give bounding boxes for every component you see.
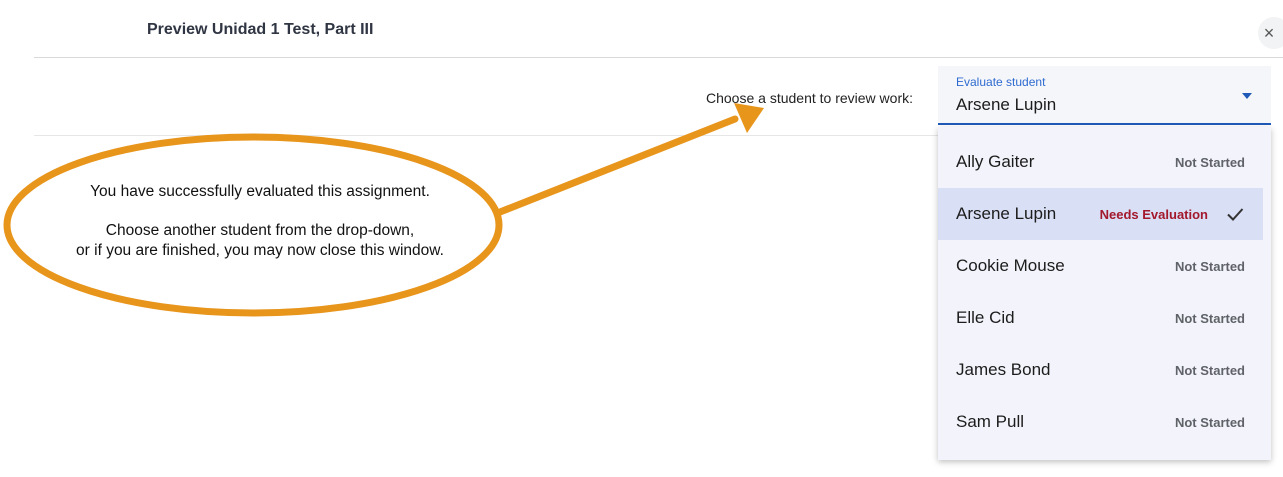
annotation-line-1: You have successfully evaluated this ass… [90, 183, 430, 200]
dialog-header: Preview Unidad 1 Test, Part III × [0, 0, 1283, 58]
menu-item-sam-pull[interactable]: Sam Pull Not Started [938, 396, 1263, 448]
menu-item-james-bond[interactable]: James Bond Not Started [938, 344, 1263, 396]
student-name: Elle Cid [956, 308, 1015, 327]
student-name: James Bond [956, 360, 1051, 379]
header-divider [34, 57, 1283, 58]
annotation-line-2: Choose another student from the drop-dow… [105, 222, 415, 239]
student-picker-prompt: Choose a student to review work: [706, 90, 913, 106]
annotation-line-3: or if you are finished, you may now clos… [76, 242, 444, 259]
annotation-arrow-line [496, 115, 739, 216]
select-current-value: Arsene Lupin [956, 95, 1057, 114]
status-badge: Not Started [1174, 415, 1245, 430]
check-icon [1227, 208, 1244, 221]
menu-item-ally-gaiter[interactable]: Ally Gaiter Not Started [938, 136, 1263, 188]
page-title: Preview Unidad 1 Test, Part III [147, 21, 374, 38]
menu-item-arsene-lupin[interactable]: Arsene Lupin Needs Evaluation [938, 188, 1263, 240]
menu-item-cookie-mouse[interactable]: Cookie Mouse Not Started [938, 240, 1263, 292]
status-badge: Needs Evaluation [1099, 207, 1208, 222]
menu-item-elle-cid[interactable]: Elle Cid Not Started [938, 292, 1263, 344]
student-name: Cookie Mouse [956, 256, 1065, 275]
close-icon[interactable]: × [1258, 17, 1283, 49]
select-field-label: Evaluate student [956, 75, 1046, 89]
caret-down-icon[interactable] [1242, 93, 1252, 99]
annotation-arrow-head [734, 103, 764, 133]
status-badge: Not Started [1174, 363, 1245, 378]
status-badge: Not Started [1174, 259, 1245, 274]
status-badge: Not Started [1174, 155, 1245, 170]
student-name: Sam Pull [956, 412, 1025, 431]
toolbar-divider [34, 135, 938, 136]
student-name: Ally Gaiter [956, 152, 1035, 171]
student-dropdown-menu: Ally Gaiter Not Started Arsene Lupin Nee… [938, 127, 1271, 460]
student-name: Arsene Lupin [956, 204, 1057, 223]
status-badge: Not Started [1174, 311, 1245, 326]
evaluate-student-select[interactable]: Evaluate student Arsene Lupin [938, 66, 1271, 125]
